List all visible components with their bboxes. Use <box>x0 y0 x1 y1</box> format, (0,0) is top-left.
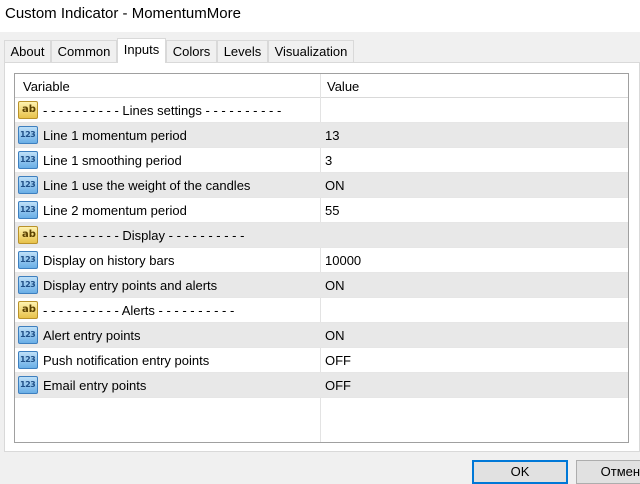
icon-glyph: ab <box>22 229 36 240</box>
string-type-icon: ab <box>18 226 38 244</box>
number-type-icon: 123 <box>18 276 38 294</box>
parameter-row[interactable]: 123 Line 1 momentum period 13 <box>15 123 628 148</box>
parameter-value[interactable]: ON <box>325 173 345 198</box>
parameter-name: - - - - - - - - - - Alerts - - - - - - -… <box>43 303 235 318</box>
parameter-name: Line 1 smoothing period <box>43 153 182 168</box>
parameter-value[interactable]: 13 <box>325 123 339 148</box>
string-type-icon: ab <box>18 101 38 119</box>
parameter-name: Line 1 momentum period <box>43 128 187 143</box>
cancel-button[interactable]: Отмена <box>576 460 640 484</box>
number-type-icon: 123 <box>18 151 38 169</box>
number-type-icon: 123 <box>18 251 38 269</box>
number-type-icon: 123 <box>18 126 38 144</box>
icon-glyph: 123 <box>20 180 36 189</box>
parameter-value[interactable]: ON <box>325 273 345 298</box>
icon-glyph: 123 <box>20 130 36 139</box>
section-row[interactable]: ab - - - - - - - - - - Lines settings - -… <box>15 98 628 123</box>
icon-glyph: ab <box>22 304 36 315</box>
icon-glyph: 123 <box>20 380 36 389</box>
parameter-name: - - - - - - - - - - Display - - - - - - … <box>43 228 245 243</box>
icon-glyph: 123 <box>20 330 36 339</box>
ok-button[interactable]: OK <box>472 460 568 484</box>
parameter-name: Email entry points <box>43 378 147 393</box>
number-type-icon: 123 <box>18 376 38 394</box>
grid-rows: ab - - - - - - - - - - Lines settings - -… <box>15 98 628 398</box>
tab-visualization[interactable]: Visualization <box>268 40 354 62</box>
parameter-row[interactable]: 123 Push notification entry points OFF <box>15 348 628 373</box>
parameter-name: Alert entry points <box>43 328 141 343</box>
section-row[interactable]: ab - - - - - - - - - - Alerts - - - - - -… <box>15 298 628 323</box>
parameter-name: Line 1 use the weight of the candles <box>43 178 251 193</box>
section-row[interactable]: ab - - - - - - - - - - Display - - - - - … <box>15 223 628 248</box>
parameter-value[interactable]: ON <box>325 323 345 348</box>
tab-strip: About Common Inputs Colors Levels Visual… <box>0 38 640 63</box>
icon-glyph: 123 <box>20 280 36 289</box>
title-bar: Custom Indicator - MomentumMore <box>0 0 640 32</box>
parameter-name: Push notification entry points <box>43 353 210 368</box>
icon-glyph: 123 <box>20 355 36 364</box>
parameter-name: Display entry points and alerts <box>43 278 218 293</box>
inputs-grid: Variable Value ab - - - - - - - - - - Lin… <box>14 73 629 443</box>
parameter-row[interactable]: 123 Alert entry points ON <box>15 323 628 348</box>
string-type-icon: ab <box>18 301 38 319</box>
parameter-value[interactable]: OFF <box>325 348 351 373</box>
column-header-variable[interactable]: Variable <box>23 74 70 97</box>
parameter-row[interactable]: 123 Email entry points OFF <box>15 373 628 398</box>
parameter-value[interactable]: 10000 <box>325 248 361 273</box>
number-type-icon: 123 <box>18 201 38 219</box>
parameter-name: - - - - - - - - - - Lines settings - - -… <box>43 103 282 118</box>
tab-about[interactable]: About <box>4 40 51 62</box>
icon-glyph: 123 <box>20 155 36 164</box>
grid-header: Variable Value <box>15 74 628 98</box>
number-type-icon: 123 <box>18 176 38 194</box>
parameter-row[interactable]: 123 Display entry points and alerts ON <box>15 273 628 298</box>
parameter-value[interactable]: 55 <box>325 198 339 223</box>
parameter-row[interactable]: 123 Line 1 smoothing period 3 <box>15 148 628 173</box>
parameter-name: Line 2 momentum period <box>43 203 187 218</box>
parameter-value[interactable]: 3 <box>325 148 332 173</box>
parameter-value[interactable]: OFF <box>325 373 351 398</box>
icon-glyph: 123 <box>20 255 36 264</box>
number-type-icon: 123 <box>18 326 38 344</box>
parameter-name: Display on history bars <box>43 253 175 268</box>
number-type-icon: 123 <box>18 351 38 369</box>
column-header-value[interactable]: Value <box>327 74 359 97</box>
icon-glyph: 123 <box>20 205 36 214</box>
tab-inputs[interactable]: Inputs <box>117 38 166 63</box>
parameter-row[interactable]: 123 Display on history bars 10000 <box>15 248 628 273</box>
parameter-row[interactable]: 123 Line 2 momentum period 55 <box>15 198 628 223</box>
icon-glyph: ab <box>22 104 36 115</box>
tab-levels[interactable]: Levels <box>217 40 268 62</box>
tab-common[interactable]: Common <box>51 40 117 62</box>
tab-colors[interactable]: Colors <box>166 40 217 62</box>
window-title: Custom Indicator - MomentumMore <box>5 5 241 22</box>
parameter-row[interactable]: 123 Line 1 use the weight of the candles O… <box>15 173 628 198</box>
